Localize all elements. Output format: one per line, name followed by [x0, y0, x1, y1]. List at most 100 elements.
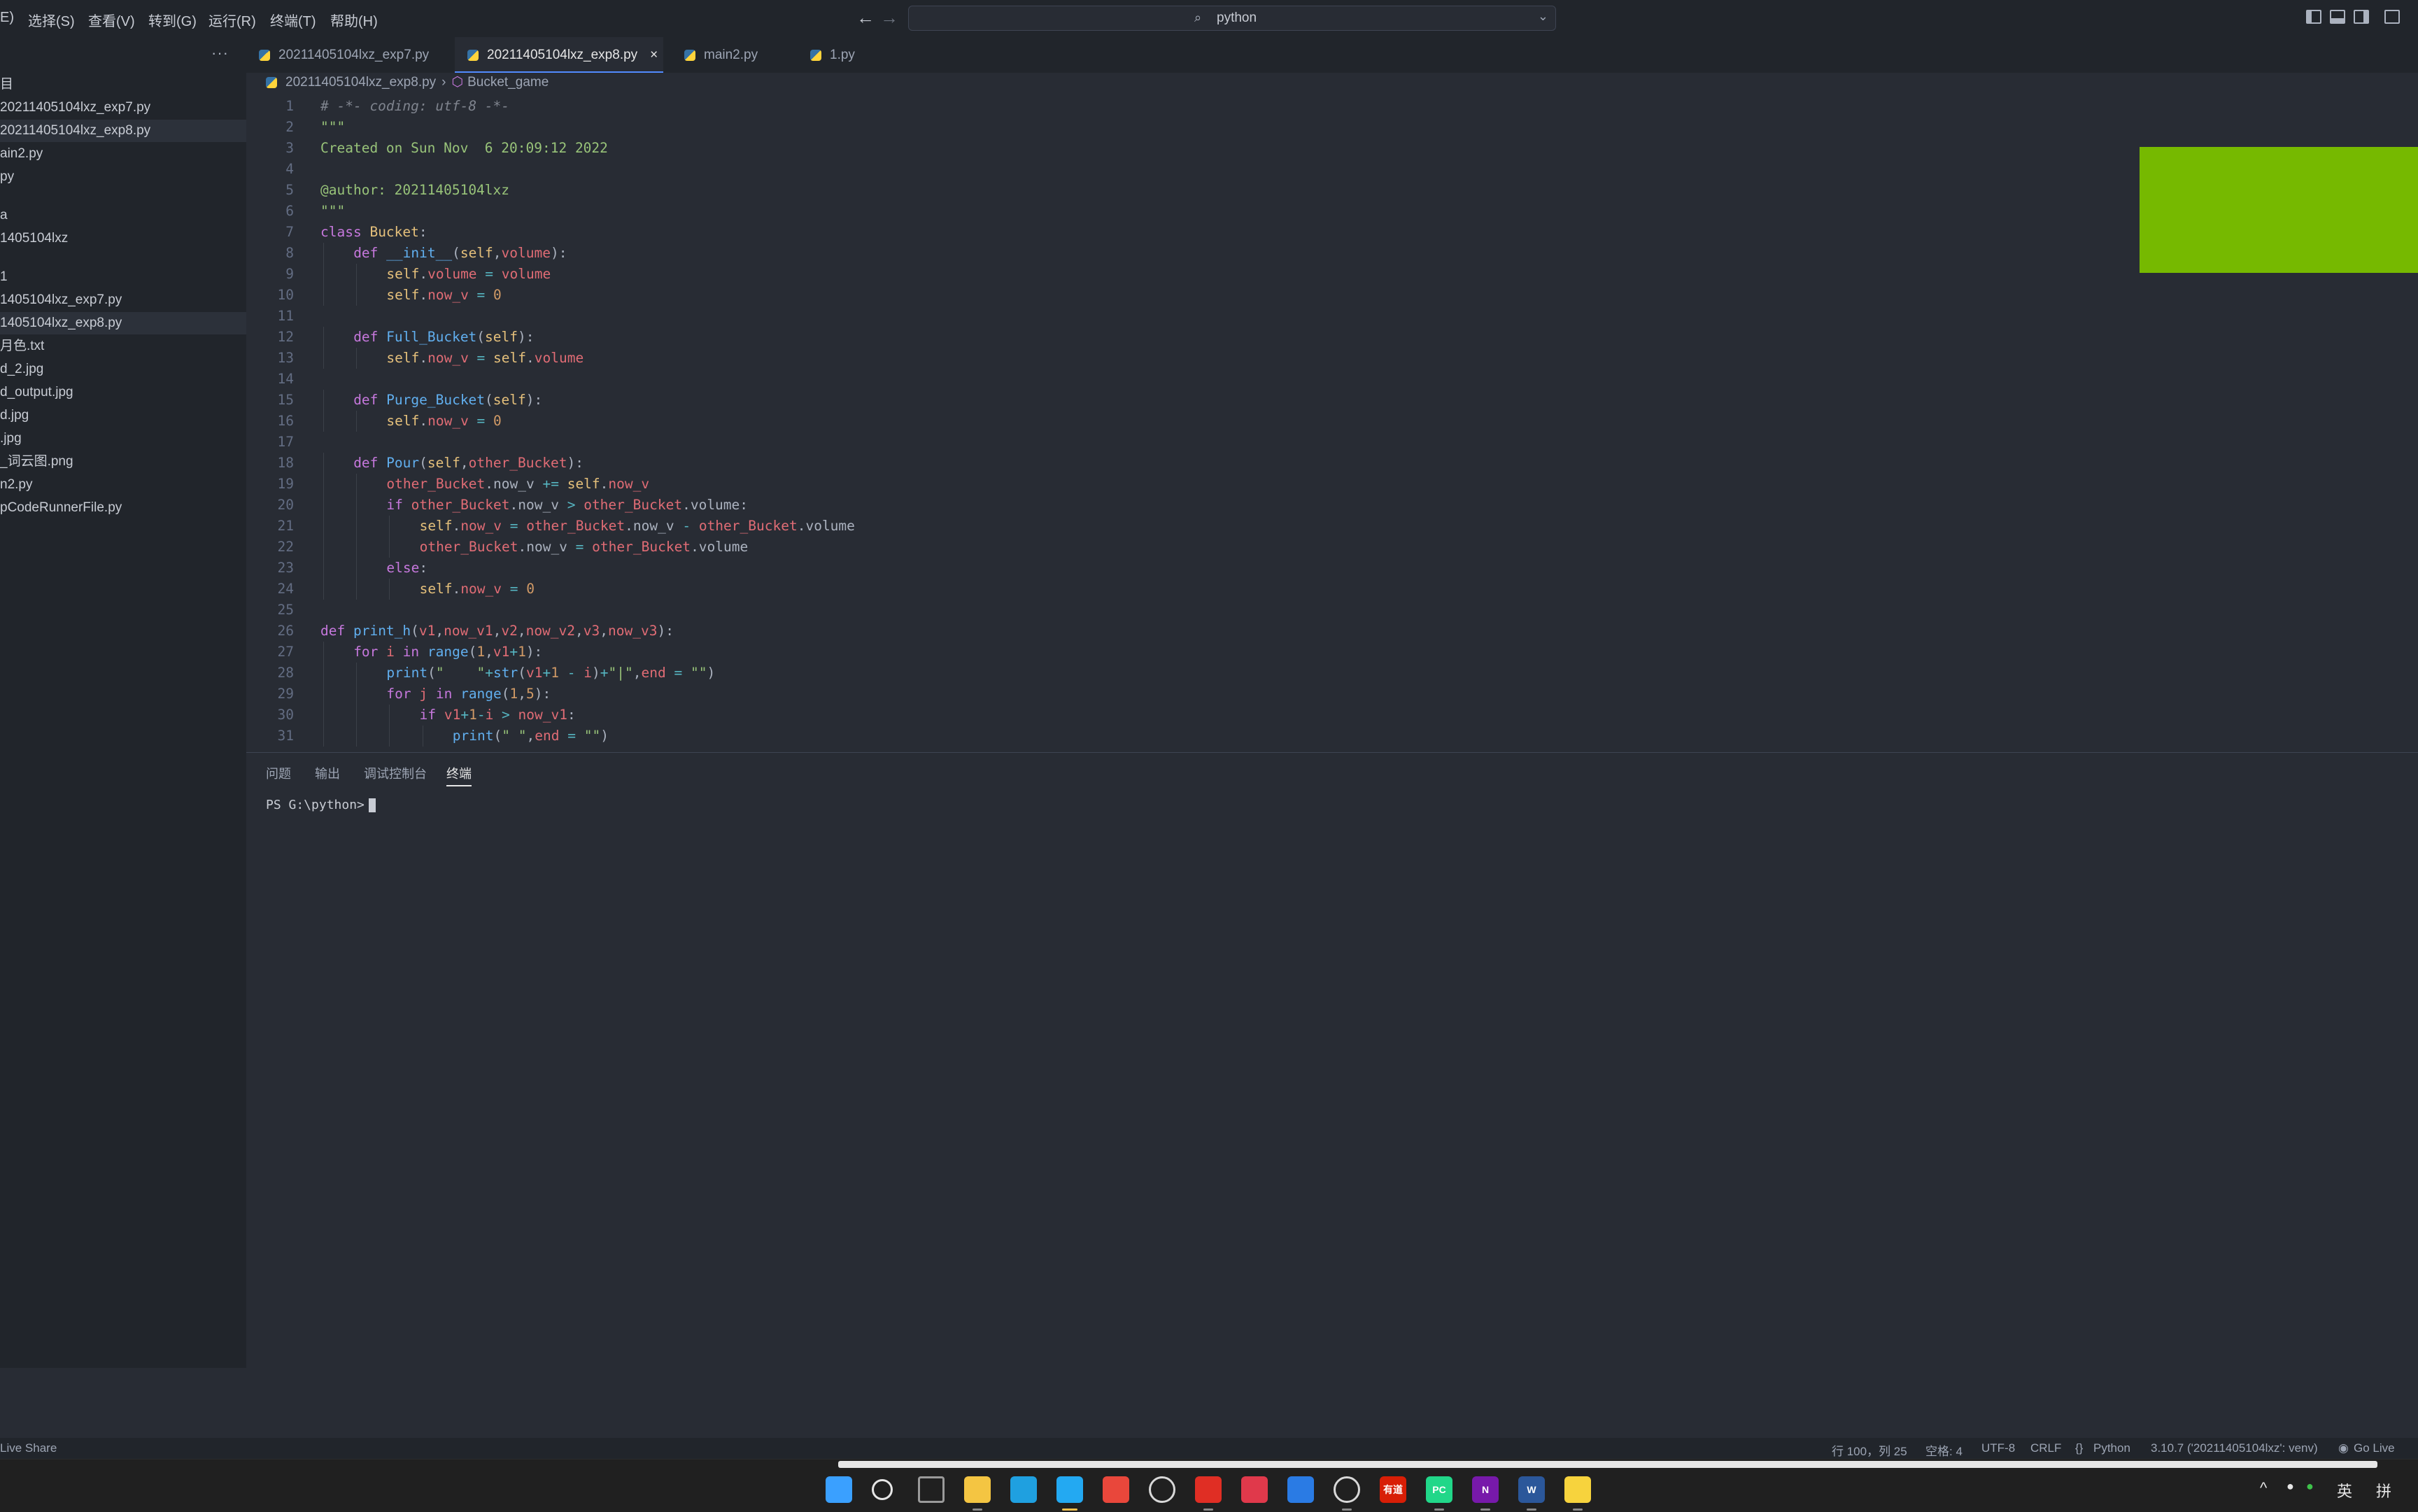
vscode-icon[interactable]	[1056, 1476, 1083, 1503]
editor-tab[interactable]: 20211405104lxz_exp7.py	[246, 37, 462, 73]
chrome-icon[interactable]	[1103, 1476, 1129, 1503]
code-line[interactable]: 3 Created on Sun Nov 6 20:09:12 2022	[246, 138, 2418, 159]
tree-item[interactable]: pCodeRunnerFile.py	[0, 497, 246, 519]
menu-item[interactable]: E)	[0, 10, 14, 26]
tray-chevron-icon[interactable]: ^	[2260, 1479, 2267, 1497]
code-line[interactable]: 26 def print_h(v1,now_v1,v2,now_v2,v3,now…	[246, 621, 2418, 642]
code-line[interactable]: 24 self.now_v = 0	[246, 579, 2418, 600]
code-line[interactable]: 14	[246, 369, 2418, 390]
tree-item[interactable]: py	[0, 166, 246, 188]
panel-tab[interactable]: 终端	[446, 764, 472, 786]
tree-item[interactable]: d_2.jpg	[0, 358, 246, 381]
task-view-icon[interactable]	[918, 1476, 945, 1503]
panel-tab[interactable]: 问题	[266, 764, 291, 782]
tree-item[interactable]: .jpg	[0, 428, 246, 450]
code-line[interactable]: 28 print(" "+str(v1+1 - i)+"|",end = "")	[246, 663, 2418, 684]
ime-mode-indicator[interactable]: 拼	[2376, 1479, 2391, 1502]
forward-arrow-icon[interactable]: →	[880, 7, 898, 29]
code-line[interactable]: 19 other_Bucket.now_v += self.now_v	[246, 474, 2418, 495]
tree-item[interactable]: d_output.jpg	[0, 381, 246, 404]
language-mode[interactable]: Python	[2093, 1441, 2130, 1455]
cursor-position[interactable]: 行 100，列 25	[1832, 1441, 1907, 1459]
code-line[interactable]: 8 def __init__(self,volume):	[246, 243, 2418, 264]
code-line[interactable]: 1 # -*- coding: utf-8 -*-	[246, 96, 2418, 117]
tree-item[interactable]: 目	[0, 73, 246, 96]
tree-item[interactable]: 1405104lxz	[0, 227, 246, 250]
code-line[interactable]: 4	[246, 159, 2418, 180]
code-line[interactable]: 6 """	[246, 201, 2418, 222]
tree-item[interactable]: 20211405104lxz_exp8.py	[0, 120, 246, 142]
menu-item[interactable]: 终端(T)	[270, 10, 316, 30]
horizontal-scrollbar[interactable]	[838, 1461, 2377, 1468]
live-share-button[interactable]: Live Share	[0, 1441, 57, 1455]
python-interpreter[interactable]: 3.10.7 ('20211405104lxz': venv)	[2151, 1441, 2318, 1455]
code-line[interactable]: 11	[246, 306, 2418, 327]
code-editor[interactable]: 1 # -*- coding: utf-8 -*- 2 """ 3 Created on …	[246, 96, 2418, 752]
code-line[interactable]: 17	[246, 432, 2418, 453]
code-line[interactable]: 5 @author: 20211405104lxz	[246, 180, 2418, 201]
pycharm-icon[interactable]: PC	[1426, 1476, 1452, 1503]
windows-start-icon[interactable]	[826, 1476, 852, 1503]
breadcrumb-symbol[interactable]: Bucket_game	[467, 75, 549, 90]
code-line[interactable]: 7 class Bucket:	[246, 222, 2418, 243]
toggle-panel-icon[interactable]	[2330, 10, 2345, 24]
file-explorer-icon[interactable]	[964, 1476, 991, 1503]
panel-tab[interactable]: 调试控制台	[364, 764, 427, 782]
ime-language-indicator[interactable]: 英	[2337, 1479, 2352, 1502]
editor-tab[interactable]: main2.py	[672, 37, 805, 73]
code-line[interactable]: 31 print(" ",end = "")	[246, 726, 2418, 747]
photos-icon[interactable]	[1287, 1476, 1314, 1503]
indentation-setting[interactable]: 空格: 4	[1925, 1441, 1963, 1459]
menu-item[interactable]: 查看(V)	[88, 10, 135, 30]
chevron-down-icon[interactable]: ⌄	[1538, 9, 1548, 24]
sticky-notes-icon[interactable]	[1564, 1476, 1591, 1503]
code-line[interactable]: 15 def Purge_Bucket(self):	[246, 390, 2418, 411]
tree-item[interactable]: 1405104lxz_exp8.py	[0, 312, 246, 334]
code-line[interactable]: 12 def Full_Bucket(self):	[246, 327, 2418, 348]
toggle-primary-sidebar-icon[interactable]	[2306, 10, 2321, 24]
search-icon[interactable]	[872, 1479, 893, 1500]
tree-item[interactable]: d.jpg	[0, 404, 246, 427]
tree-item[interactable]: a	[0, 204, 246, 227]
customize-layout-icon[interactable]	[2384, 10, 2400, 24]
encoding-setting[interactable]: UTF-8	[1981, 1441, 2015, 1455]
onenote-icon[interactable]: N	[1472, 1476, 1499, 1503]
code-line[interactable]: 23 else:	[246, 558, 2418, 579]
menu-item[interactable]: 运行(R)	[208, 10, 256, 30]
wechat-icon[interactable]: ●	[2306, 1479, 2314, 1494]
code-line[interactable]: 18 def Pour(self,other_Bucket):	[246, 453, 2418, 474]
code-line[interactable]: 2 """	[246, 117, 2418, 138]
tree-item[interactable]: _词云图.png	[0, 451, 246, 473]
panel-tab[interactable]: 输出	[315, 764, 340, 782]
code-line[interactable]: 16 self.now_v = 0	[246, 411, 2418, 432]
more-actions-icon[interactable]: ···	[211, 44, 229, 62]
music-app-icon[interactable]	[1241, 1476, 1268, 1503]
code-line[interactable]: 21 self.now_v = other_Bucket.now_v - othe…	[246, 516, 2418, 537]
code-line[interactable]: 29 for j in range(1,5):	[246, 684, 2418, 705]
editor-tab[interactable]: 1.py	[798, 37, 894, 73]
terminal-prompt[interactable]: PS G:\python>	[266, 798, 376, 812]
tree-item[interactable]: 1	[0, 266, 246, 288]
code-line[interactable]: 10 self.now_v = 0	[246, 285, 2418, 306]
code-line[interactable]: 25	[246, 600, 2418, 621]
tray-app-icon[interactable]: ●	[2286, 1479, 2294, 1494]
code-line[interactable]: 20 if other_Bucket.now_v > other_Bucket.v…	[246, 495, 2418, 516]
menu-item[interactable]: 选择(S)	[28, 10, 75, 30]
edge-icon[interactable]	[1010, 1476, 1037, 1503]
toggle-secondary-sidebar-icon[interactable]	[2354, 10, 2369, 24]
breadcrumb-file[interactable]: 20211405104lxz_exp8.py	[285, 75, 436, 90]
word-icon[interactable]: W	[1518, 1476, 1545, 1503]
tree-item[interactable]: 1405104lxz_exp7.py	[0, 289, 246, 311]
netease-music-icon[interactable]	[1195, 1476, 1222, 1503]
tree-item[interactable]: 20211405104lxz_exp7.py	[0, 97, 246, 119]
menu-item[interactable]: 帮助(H)	[330, 10, 378, 30]
youdao-icon[interactable]: 有道	[1380, 1476, 1406, 1503]
code-line[interactable]: 30 if v1+1-i > now_v1:	[246, 705, 2418, 726]
eol-setting[interactable]: CRLF	[2030, 1441, 2061, 1455]
tree-item[interactable]: 月色.txt	[0, 335, 246, 358]
tree-item[interactable]: n2.py	[0, 474, 246, 496]
menu-item[interactable]: 转到(G)	[148, 10, 197, 30]
code-line[interactable]: 27 for i in range(1,v1+1):	[246, 642, 2418, 663]
editor-tab[interactable]: 20211405104lxz_exp8.py ×	[455, 37, 663, 73]
code-line[interactable]: 13 self.now_v = self.volume	[246, 348, 2418, 369]
